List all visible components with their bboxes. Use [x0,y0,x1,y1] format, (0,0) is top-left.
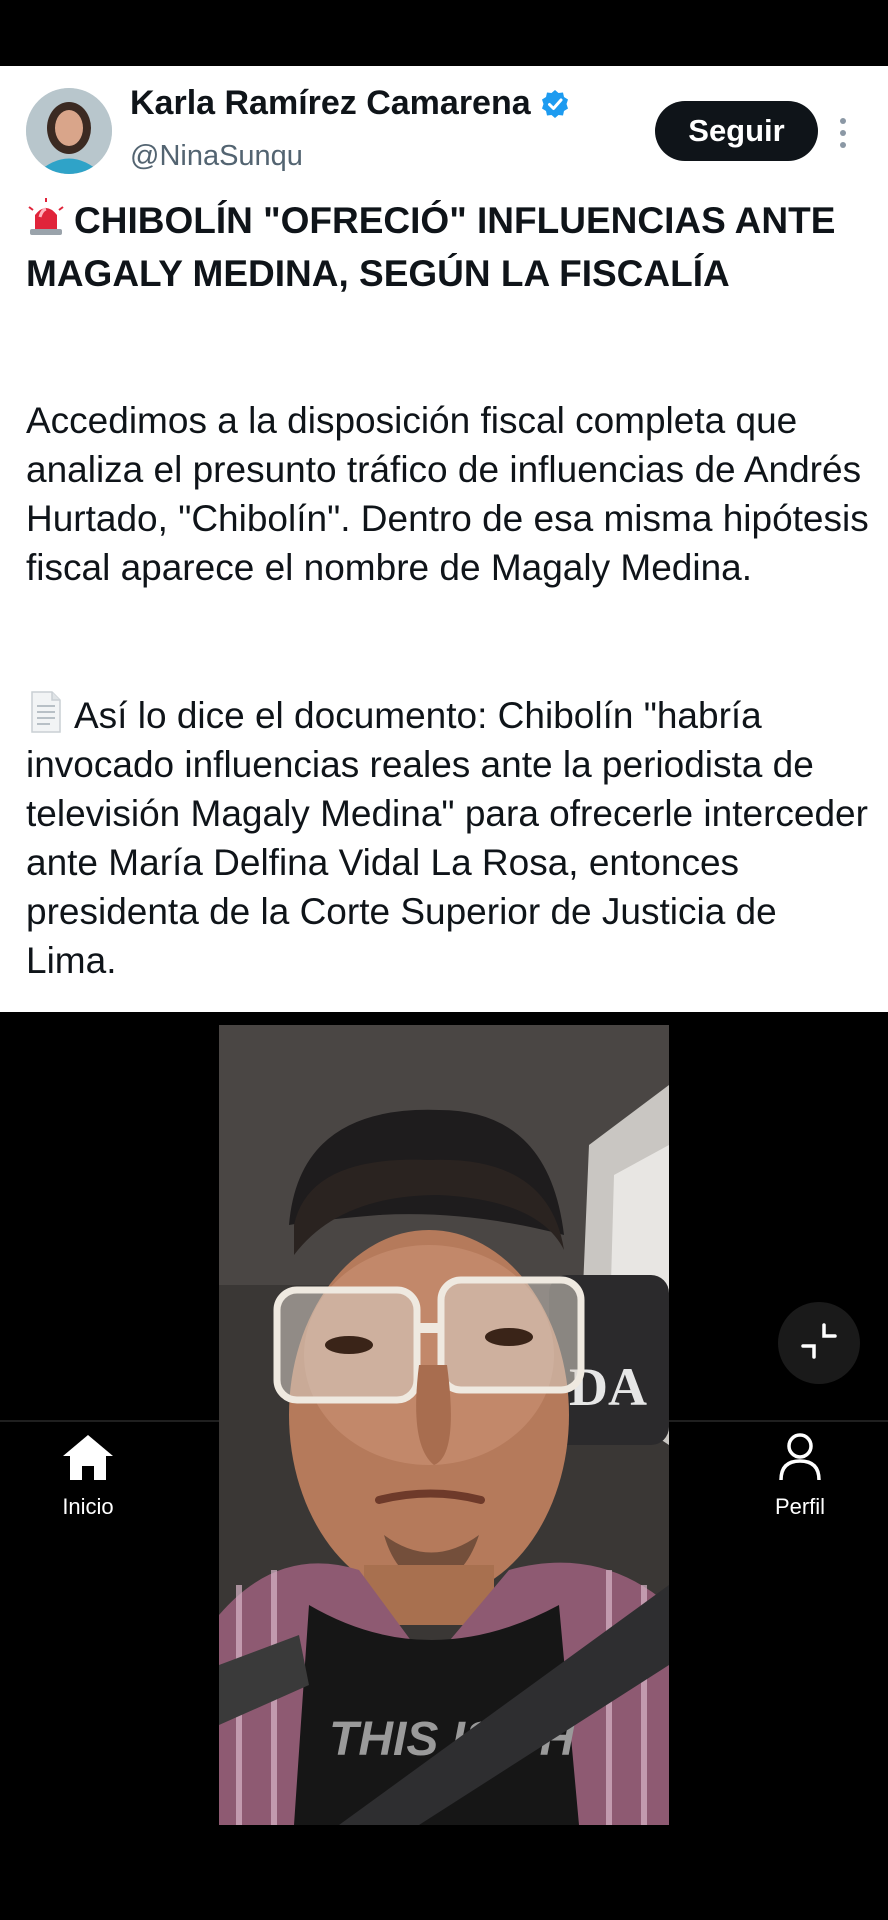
home-icon [61,1432,115,1488]
tweet-paragraph-1: Accedimos a la disposición fiscal comple… [26,400,869,588]
paragraph-2-text: Así lo dice el documento: Chibolín "habr… [26,695,868,981]
author-name-row: Karla Ramírez Camarena [130,84,571,123]
headline-text: CHIBOLÍN "OFRECIÓ" INFLUENCIAS ANTE MAGA… [26,200,836,294]
author-name[interactable]: Karla Ramírez Camarena [130,84,531,123]
minimize-button[interactable] [778,1302,860,1384]
nav-divider-right [669,1420,888,1422]
collapse-icon [797,1319,841,1368]
video-player[interactable]: DA THIS IS TH [219,1025,669,1825]
nav-profile[interactable]: Perfil [764,1432,836,1520]
nav-divider-left [0,1420,219,1422]
follow-button[interactable]: Seguir [655,101,818,161]
tweet-paragraph-2: Así lo dice el documento: Chibolín "habr… [26,690,871,985]
tweet-card: Karla Ramírez Camarena @NinaSunqu Seguir [0,66,888,1012]
nav-profile-label: Perfil [774,1494,826,1519]
tweet-headline: CHIBOLÍN "OFRECIÓ" INFLUENCIAS ANTE MAGA… [26,194,866,300]
verified-badge-icon [539,88,571,120]
video-frame-image: DA THIS IS TH [219,1025,669,1825]
author-avatar[interactable] [26,88,112,174]
nav-home-label: Inicio [62,1494,114,1519]
more-options-icon[interactable] [836,116,850,150]
siren-icon [26,197,66,237]
nav-home[interactable]: Inicio [52,1432,124,1520]
profile-icon [778,1432,822,1488]
document-icon [26,690,66,734]
author-handle[interactable]: @NinaSunqu [130,140,303,173]
